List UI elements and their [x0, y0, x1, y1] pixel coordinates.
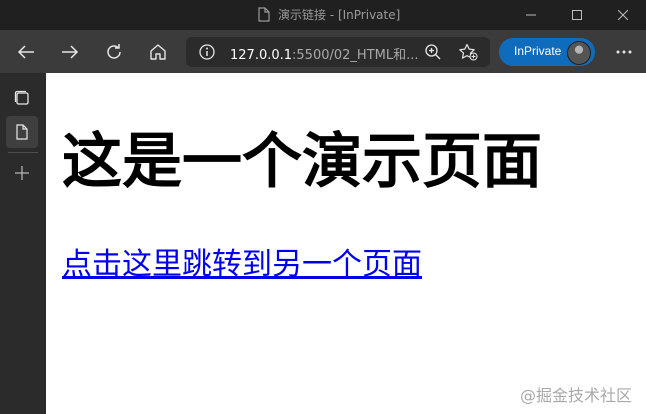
refresh-button[interactable]	[100, 38, 128, 66]
close-button[interactable]	[600, 0, 646, 30]
maximize-icon	[572, 10, 582, 20]
arrow-left-icon	[17, 45, 34, 59]
more-options-button[interactable]	[610, 38, 638, 66]
tab-actions-icon	[14, 90, 29, 105]
minimize-icon	[526, 14, 536, 16]
page-heading: 这是一个演示页面	[62, 127, 542, 197]
address-text[interactable]: 127.0.0.1:5500/02_HTML和...	[230, 44, 419, 63]
sidebar-tab-current[interactable]	[6, 116, 38, 148]
sidebar-divider	[8, 152, 38, 153]
refresh-icon	[107, 44, 121, 59]
page-icon	[258, 7, 270, 22]
window-title-group: 演示链接 - [InPrivate]	[258, 6, 400, 23]
new-tab-button[interactable]	[6, 157, 38, 189]
back-button[interactable]	[12, 38, 40, 66]
inprivate-button[interactable]: InPrivate	[499, 38, 595, 66]
home-icon	[150, 44, 166, 60]
home-button[interactable]	[144, 38, 172, 66]
more-dots-icon	[616, 50, 632, 54]
address-host: 127.0.0.1	[230, 48, 293, 63]
address-path: :5500/02_HTML和...	[292, 48, 419, 63]
address-bar[interactable]: 127.0.0.1:5500/02_HTML和...	[186, 37, 490, 67]
close-icon	[618, 10, 628, 20]
tab-actions-button[interactable]	[6, 82, 38, 114]
vertical-tabs-sidebar	[0, 73, 46, 414]
avatar	[567, 41, 591, 65]
page-icon	[16, 124, 28, 140]
minimize-button[interactable]	[508, 0, 554, 30]
plus-icon	[15, 166, 29, 180]
browser-toolbar: 127.0.0.1:5500/02_HTML和... InPrivate	[0, 30, 646, 73]
zoom-icon[interactable]	[424, 43, 442, 61]
title-bar: 演示链接 - [InPrivate]	[0, 0, 646, 30]
inprivate-label: InPrivate	[514, 44, 562, 58]
arrow-right-icon	[62, 45, 79, 59]
navigate-link[interactable]: 点击这里跳转到另一个页面	[62, 245, 422, 285]
page-content: 这是一个演示页面 点击这里跳转到另一个页面 @掘金技术社区	[46, 73, 646, 414]
window-controls	[508, 0, 646, 30]
watermark: @掘金技术社区	[519, 386, 632, 405]
add-favorite-icon[interactable]	[458, 43, 478, 61]
info-icon[interactable]	[199, 44, 215, 60]
window-title: 演示链接 - [InPrivate]	[278, 8, 401, 22]
forward-button[interactable]	[56, 38, 84, 66]
maximize-button[interactable]	[554, 0, 600, 30]
